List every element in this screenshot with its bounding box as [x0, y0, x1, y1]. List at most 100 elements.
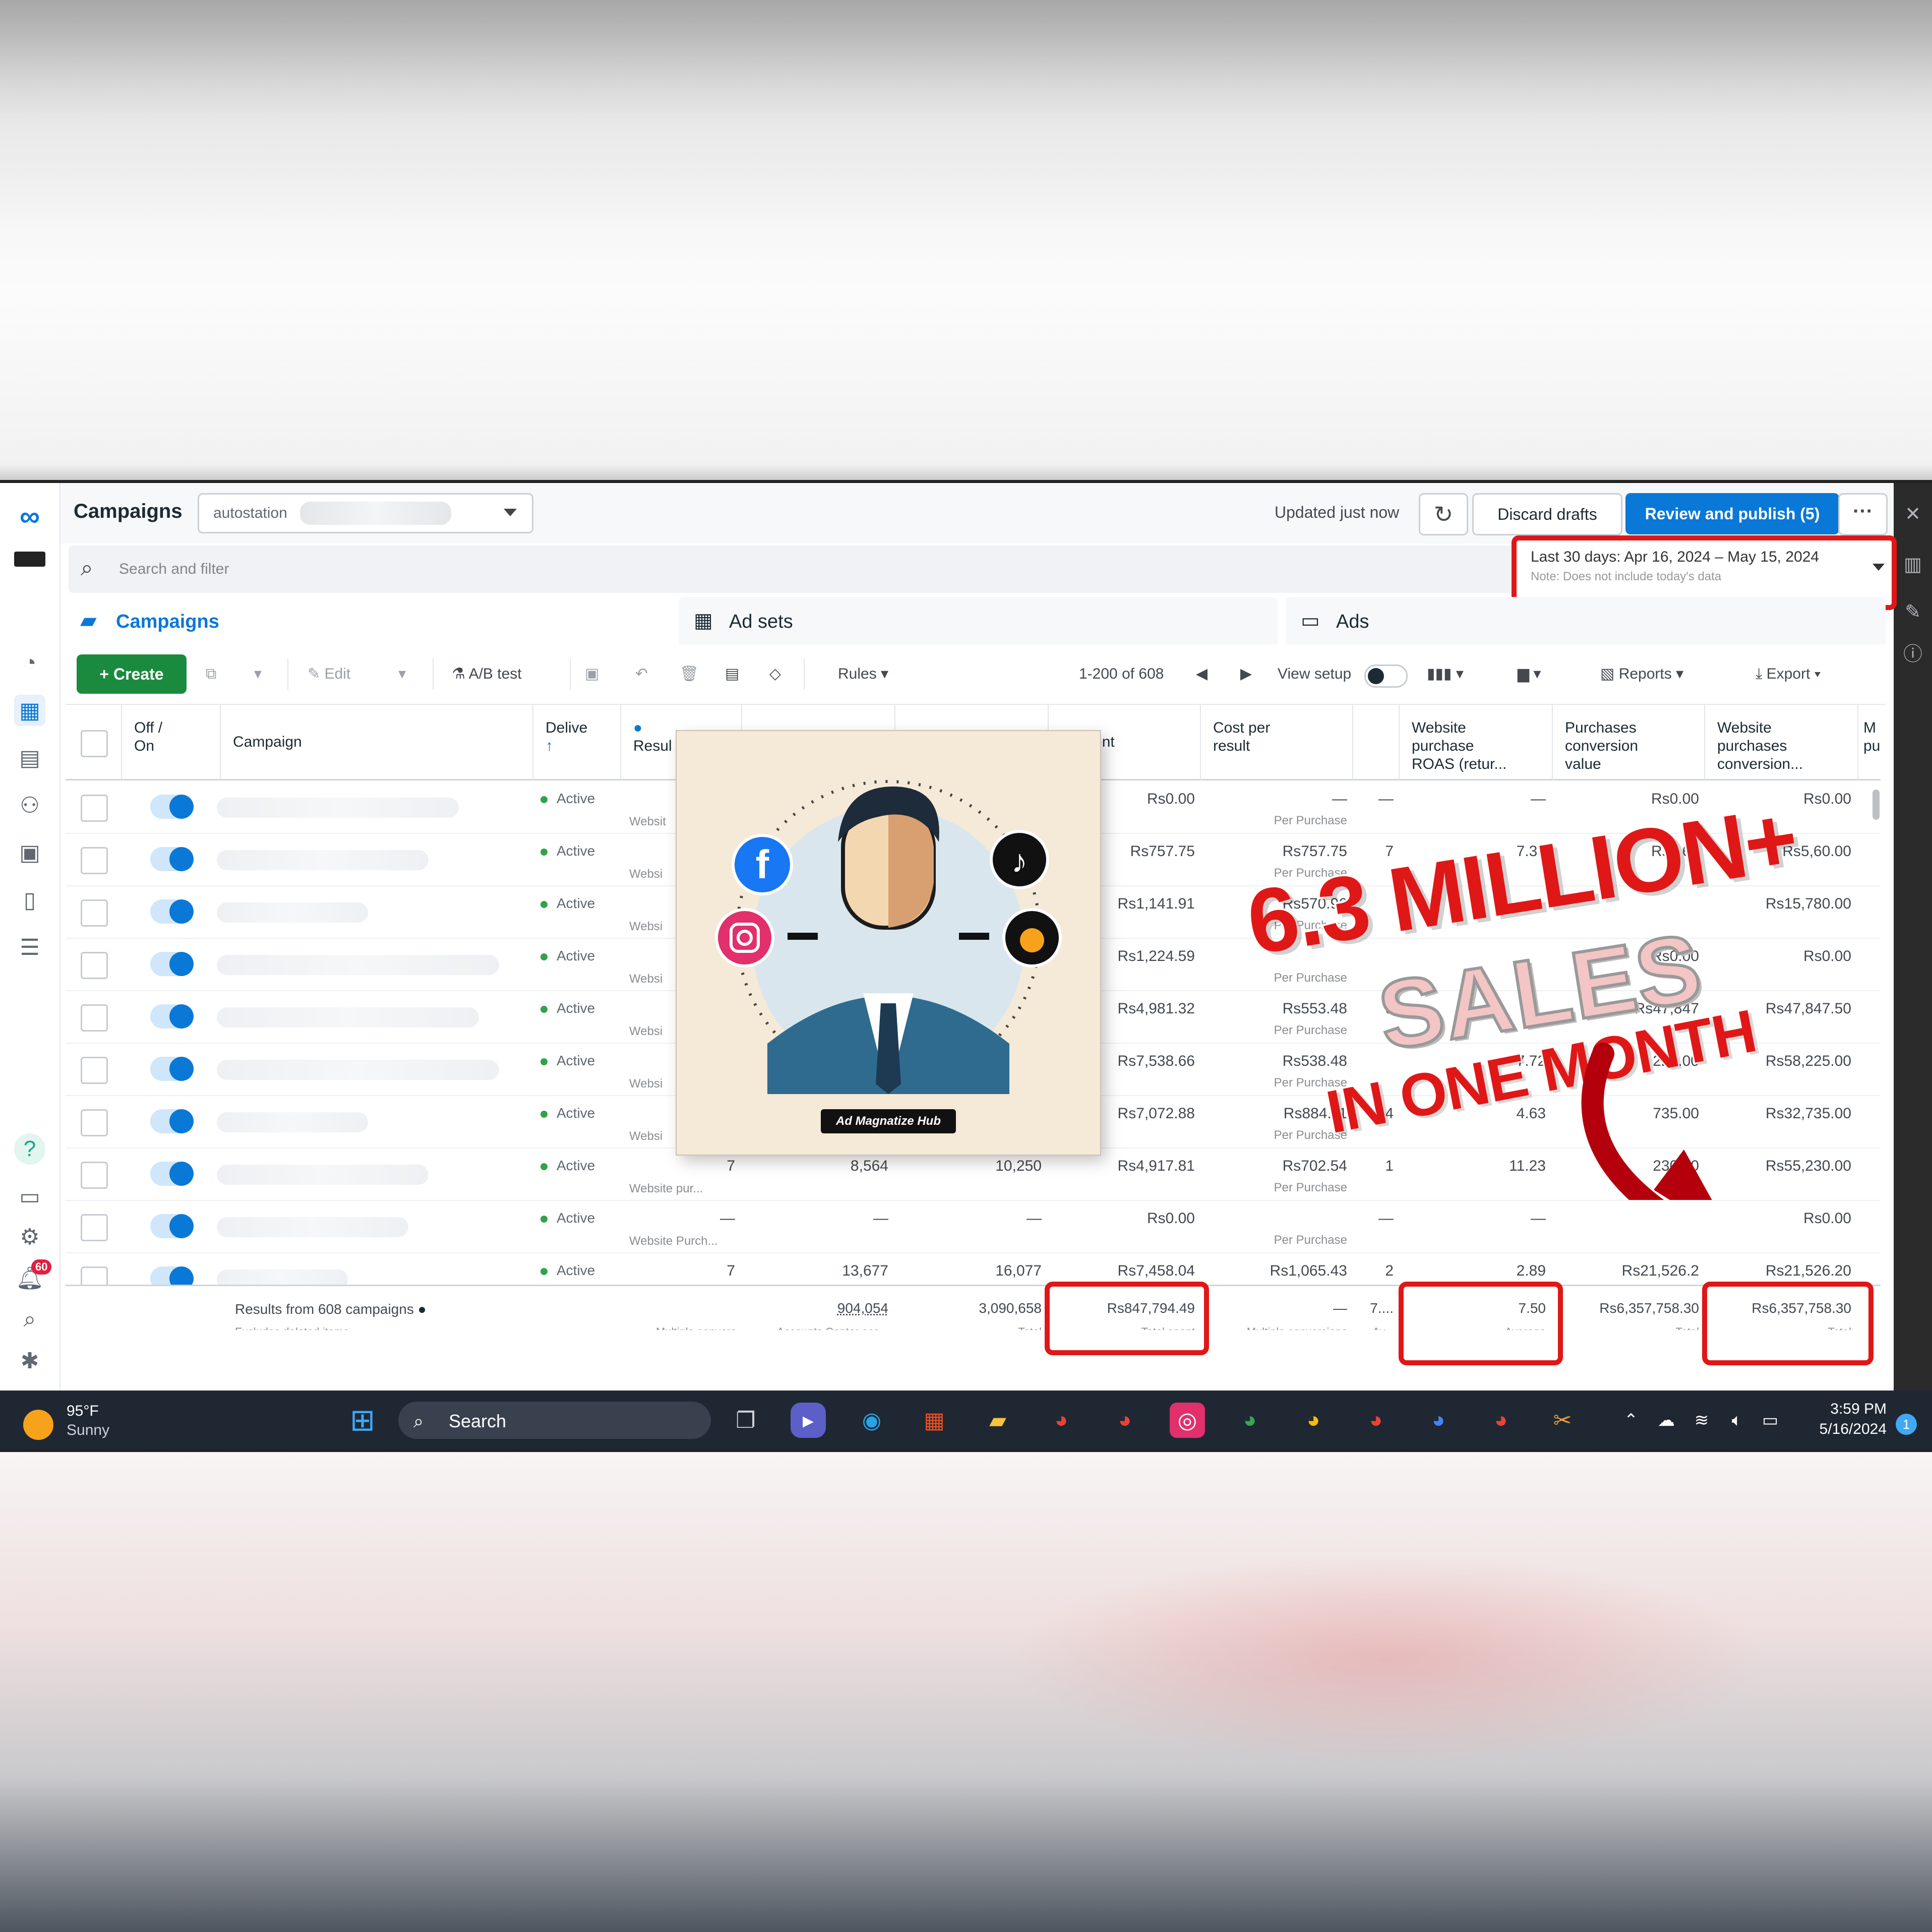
column-header-purchase-value[interactable]: Purchases conversion value — [1553, 705, 1705, 780]
chrome-icon[interactable]: ◕ — [1358, 1403, 1394, 1438]
discard-drafts-button[interactable]: Discard drafts — [1472, 493, 1622, 535]
campaign-name-blurred[interactable] — [217, 1112, 368, 1132]
clock-time[interactable]: 3:59 PM — [1816, 1401, 1887, 1418]
pages-icon[interactable]: ▤ — [14, 742, 45, 773]
chrome-icon[interactable]: ◕ — [1107, 1403, 1142, 1438]
more-options-button[interactable]: ··· — [1838, 493, 1888, 535]
create-button[interactable]: + Create — [77, 654, 187, 694]
campaign-name-blurred[interactable] — [217, 1217, 408, 1237]
row-checkbox[interactable] — [81, 1162, 108, 1189]
campaign-toggle[interactable] — [150, 795, 194, 819]
column-header-frequency[interactable] — [1353, 705, 1400, 780]
wifi-icon[interactable]: ≋ — [1684, 1403, 1719, 1438]
view-setup-toggle[interactable] — [1364, 665, 1408, 688]
next-page-button[interactable]: ▶ — [1240, 654, 1252, 694]
library-icon[interactable]: ▯ — [14, 884, 45, 916]
campaign-toggle[interactable] — [150, 1214, 194, 1238]
onedrive-icon[interactable]: ☁ — [1649, 1403, 1684, 1438]
row-checkbox[interactable] — [81, 1109, 108, 1136]
search-input[interactable]: Search and filter — [119, 561, 229, 578]
media-icon[interactable]: ▣ — [14, 837, 45, 868]
menu-icon[interactable]: ☰ — [14, 932, 45, 963]
edit-pencil-icon[interactable]: ✎ — [1900, 599, 1926, 625]
campaign-toggle[interactable] — [150, 1109, 194, 1133]
tab-ad-sets[interactable]: ▦ Ad sets — [679, 597, 1278, 644]
notes-icon[interactable]: ▭ — [14, 1181, 45, 1212]
chrome-icon[interactable]: ◕ — [1296, 1403, 1331, 1438]
row-checkbox[interactable] — [81, 1057, 108, 1084]
breakdown-button[interactable]: ▆ ▾ — [1518, 654, 1541, 694]
select-all-checkbox[interactable] — [81, 730, 108, 757]
instagram-icon[interactable]: ◎ — [1170, 1403, 1205, 1438]
tag-icon[interactable]: ◇ — [769, 654, 781, 694]
undo-button[interactable]: ↶ — [635, 654, 648, 694]
edge-icon[interactable]: ◉ — [854, 1403, 889, 1438]
edit-dropdown-button[interactable]: ▾ — [398, 654, 406, 694]
campaign-name-blurred[interactable] — [217, 955, 499, 975]
chrome-icon[interactable]: ◕ — [1483, 1403, 1519, 1438]
chrome-icon[interactable]: ◕ — [1232, 1403, 1267, 1438]
help-icon[interactable]: ? — [14, 1133, 45, 1165]
prev-page-button[interactable]: ◀ — [1196, 654, 1208, 694]
column-header-campaign[interactable]: Campaign — [221, 705, 533, 780]
campaign-name-blurred[interactable] — [217, 1007, 479, 1028]
campaign-toggle[interactable] — [150, 1162, 194, 1186]
task-view-icon[interactable]: ❐ — [728, 1403, 763, 1438]
campaign-toggle[interactable] — [150, 847, 194, 871]
account-selector[interactable]: autostation — [198, 493, 533, 533]
teams-icon[interactable]: ▸ — [791, 1403, 826, 1438]
dashboard-icon[interactable]: ◔ — [14, 647, 45, 679]
review-publish-button[interactable]: Review and publish (5) — [1625, 493, 1839, 534]
ab-test-button[interactable]: ⚗ A/B test — [452, 654, 522, 694]
file-explorer-icon[interactable]: ▰ — [980, 1403, 1015, 1438]
row-checkbox[interactable] — [81, 952, 108, 979]
campaigns-table-icon[interactable]: ▦ — [14, 695, 45, 726]
refresh-button[interactable]: ↻ — [1419, 493, 1468, 535]
volume-icon[interactable]: 🔈︎ — [1719, 1403, 1755, 1438]
row-checkbox[interactable] — [81, 847, 108, 874]
row-checkbox[interactable] — [81, 899, 108, 927]
column-header-website-purchase-value[interactable]: Website purchases conversion... — [1705, 705, 1858, 780]
export-dropdown[interactable]: ⤓ Export ▾ — [1756, 654, 1821, 694]
columns-button[interactable]: ▮▮▮ ▾ — [1427, 654, 1464, 694]
duplicate-dropdown-button[interactable]: ▾ — [254, 654, 262, 694]
duplicate-button[interactable]: ⧉ — [206, 654, 216, 694]
clock-date[interactable]: 5/16/2024 — [1796, 1421, 1887, 1438]
tab-ads[interactable]: ▭ Ads — [1286, 597, 1886, 644]
row-checkbox[interactable] — [81, 1214, 108, 1241]
bug-icon[interactable]: ✱ — [14, 1345, 45, 1376]
preview-button[interactable]: ▤ — [725, 654, 739, 694]
delete-icon[interactable]: 🗑︎ — [680, 654, 699, 694]
campaign-name-blurred[interactable] — [217, 1165, 429, 1185]
campaign-name-blurred[interactable] — [217, 850, 429, 870]
row-checkbox[interactable] — [81, 795, 108, 822]
campaign-toggle[interactable] — [150, 1057, 194, 1081]
search-icon[interactable]: ⌕ — [14, 1304, 45, 1335]
close-icon[interactable]: ✕ — [1900, 501, 1926, 527]
reports-dropdown[interactable]: ▧ Reports ▾ — [1600, 654, 1683, 694]
campaign-name-blurred[interactable] — [217, 798, 459, 818]
windows-start-icon[interactable]: ⊞ — [345, 1403, 380, 1438]
meta-logo-icon[interactable]: ∞ — [14, 500, 45, 532]
account-logo-icon[interactable] — [14, 544, 45, 575]
store-icon[interactable]: ▦ — [917, 1403, 952, 1438]
audiences-icon[interactable]: ⚇ — [14, 790, 45, 821]
column-header-extra[interactable]: Mpu — [1858, 705, 1881, 780]
notification-badge[interactable]: 1 — [1896, 1414, 1917, 1435]
rules-dropdown[interactable]: Rules ▾ — [838, 654, 888, 694]
chart-icon[interactable]: ▥ — [1900, 552, 1926, 578]
edit-button[interactable]: ✎ Edit — [308, 654, 350, 694]
campaign-toggle[interactable] — [150, 952, 194, 976]
chrome-icon[interactable]: ◕ — [1044, 1403, 1079, 1438]
campaign-name-blurred[interactable] — [217, 902, 368, 923]
campaign-name-blurred[interactable] — [217, 1060, 499, 1080]
snipping-tool-icon[interactable]: ✂ — [1545, 1403, 1580, 1438]
notifications-icon[interactable]: 🔔︎ 60 — [14, 1259, 52, 1294]
column-header-off-on[interactable]: Off / On — [122, 705, 221, 780]
table-row[interactable]: Active — Website Purch... — — Rs0.00 Per Purch… — [66, 1200, 1881, 1253]
vertical-scrollbar[interactable] — [1873, 790, 1880, 820]
campaign-toggle[interactable] — [150, 899, 194, 924]
tray-chevron-up-icon[interactable]: ⌃ — [1613, 1403, 1649, 1438]
chrome-icon[interactable]: ◕ — [1421, 1403, 1456, 1438]
archive-button[interactable]: ▣ — [585, 654, 599, 694]
